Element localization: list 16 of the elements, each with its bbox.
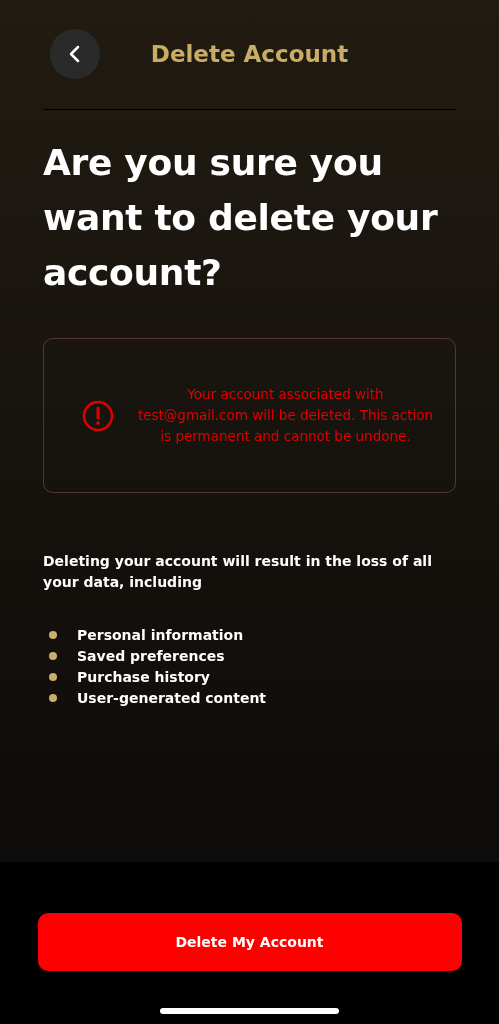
bullet-icon <box>49 630 57 639</box>
data-item: User-generated content <box>77 689 267 706</box>
data-loss-text: Deleting your account will result in the loss of all your data, including <box>43 552 433 592</box>
warning-message: Your account associated with test@gmail.com will be deleted. This action is permanent and cannot be undone. <box>136 385 435 446</box>
data-item: Saved preferences <box>77 647 225 664</box>
delete-account-button[interactable]: Delete My Account <box>37 913 462 971</box>
exclamation-icon <box>82 399 114 432</box>
data-item: Personal information <box>77 626 244 643</box>
back-button[interactable] <box>50 29 100 79</box>
confirmation-heading: Are you sure you want to delete your account? <box>43 141 439 295</box>
bullet-icon <box>49 672 57 681</box>
screen-title: Delete Account <box>150 41 349 67</box>
bullet-icon <box>49 693 57 702</box>
chevron-left-icon <box>68 44 82 64</box>
data-item: Purchase history <box>77 668 210 685</box>
bullet-icon <box>49 651 57 660</box>
